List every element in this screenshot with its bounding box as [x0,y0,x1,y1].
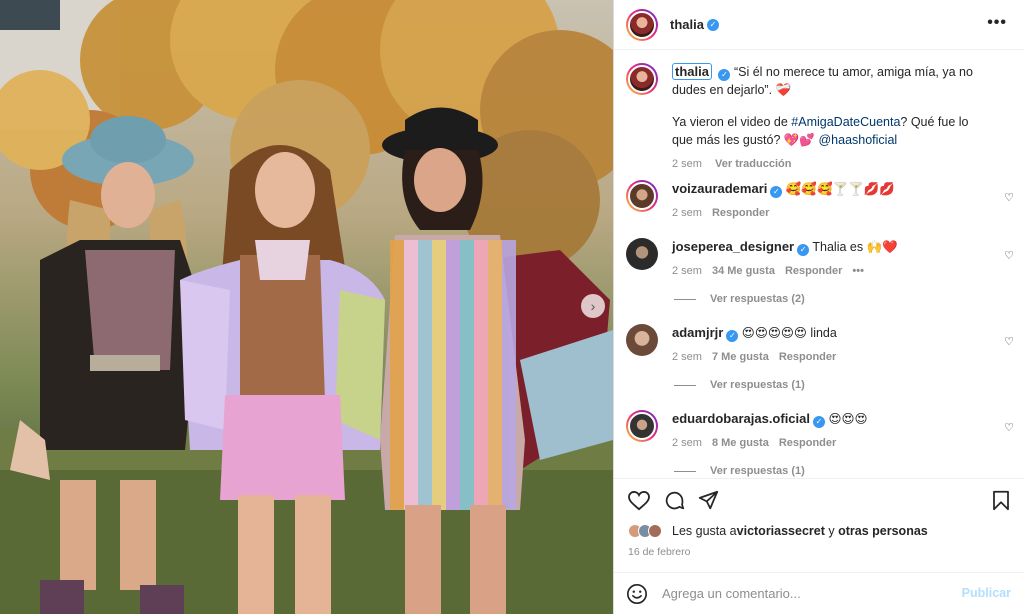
likes-user[interactable]: victoriassecret [737,524,825,538]
avatar[interactable] [626,238,658,270]
comment-likes[interactable]: 7 Me gusta [712,351,769,363]
comment-text: 😍😍😍 [828,412,868,426]
comment-body: adamjrjr ✓ 😍😍😍😍😍 linda 2 sem 7 Me gusta Res… [672,324,992,366]
avatar[interactable] [626,324,658,356]
reply-button[interactable]: Responder [779,437,836,449]
comment-text: 🥰🥰🥰🍸🍸💋💋 [785,182,895,196]
view-replies-button[interactable]: Ver respuestas (1) [674,465,805,477]
translate-button[interactable]: Ver traducción [715,158,791,170]
caption-quote: “Si él no merece tu amor, amiga mía, ya … [672,65,973,97]
verified-badge-icon: ✓ [718,69,731,81]
emoji-icon[interactable] [626,583,648,605]
comment-time: 2 sem [672,437,702,449]
caption-username[interactable]: thalia [672,63,712,80]
comment-likes[interactable]: 8 Me gusta [712,437,769,449]
more-options-icon[interactable]: ••• [987,14,1007,32]
avatar[interactable] [626,63,658,95]
caption-text: Ya vieron el video de [672,115,792,129]
comment-likes[interactable]: 34 Me gusta [712,265,775,277]
verified-badge-icon: ✓ [706,18,719,31]
like-comment-heart-icon[interactable]: ♡ [1004,191,1014,204]
comment-username[interactable]: adamjrjr [672,325,723,340]
liker-avatar [648,524,662,538]
post-date: 16 de febrero [628,546,691,558]
mention-link[interactable]: @haashoficial [818,133,897,147]
caption-body: thalia ✓ “Si él no merece tu amor, amiga… [672,63,992,173]
chevron-right-icon: › [590,298,596,314]
post-actions: Les gusta a victoriassecret y otras pers… [614,478,1024,570]
avatar[interactable] [626,410,658,442]
comment-item: voizaurademari ✓ 🥰🥰🥰🍸🍸💋💋 2 sem Responder ♡ [626,180,1016,220]
comment-input[interactable] [662,586,952,601]
avatar[interactable] [626,180,658,212]
comment-item: joseperea_designer ✓ Thalia es 🙌❤️ 2 sem 3… [626,238,1016,278]
comment-body: voizaurademari ✓ 🥰🥰🥰🍸🍸💋💋 2 sem Responder [672,180,992,222]
paper-plane-icon[interactable] [698,490,719,511]
comment-username[interactable]: joseperea_designer [672,239,794,254]
view-replies-label: Ver respuestas (1) [710,379,805,391]
view-replies-button[interactable]: Ver respuestas (1) [674,379,805,391]
caption-time: 2 sem [672,158,702,170]
verified-badge-icon: ✓ [726,330,739,342]
view-replies-label: Ver respuestas (1) [710,465,805,477]
view-replies-label: Ver respuestas (2) [710,293,805,305]
reply-button[interactable]: Responder [785,265,842,277]
post-photo[interactable]: › [0,0,613,614]
likes-connector: y [824,524,839,538]
caption-meta: 2 sem Ver traducción [672,155,992,173]
comments-list[interactable]: thalia ✓ “Si él no merece tu amor, amiga… [614,51,1024,478]
comment-text: Thalia es 🙌❤️ [812,240,898,254]
reply-button[interactable]: Responder [712,207,769,219]
verified-badge-icon: ✓ [813,416,825,428]
bookmark-icon[interactable] [992,490,1010,511]
comment-username[interactable]: eduardobarajas.oficial [672,411,810,426]
comment-body: eduardobarajas.oficial ✓ 😍😍😍 2 sem 8 Me gu… [672,410,992,452]
like-comment-heart-icon[interactable]: ♡ [1004,421,1014,434]
comment-username[interactable]: voizaurademari [672,181,767,196]
likes-others[interactable]: otras personas [838,524,928,538]
instagram-post-modal: › thalia ✓ ••• thalia ✓ “Si él no merece… [0,0,1024,614]
comment-body: joseperea_designer ✓ Thalia es 🙌❤️ 2 sem 3… [672,238,992,280]
like-comment-heart-icon[interactable]: ♡ [1004,335,1014,348]
view-replies-button[interactable]: Ver respuestas (2) [674,293,805,305]
comment-more-icon[interactable]: ••• [852,265,864,277]
likes-prefix: Les gusta a [672,524,737,538]
post-side-panel: thalia ✓ ••• thalia ✓ “Si él no merece t… [613,0,1024,614]
hashtag-link[interactable]: #AmigaDateCuenta [791,115,900,129]
comment-time: 2 sem [672,207,702,219]
post-header: thalia ✓ ••• [614,0,1024,50]
next-photo-button[interactable]: › [581,294,605,318]
avatar[interactable] [626,8,658,41]
verified-badge-icon: ✓ [770,186,783,198]
comment-text: 😍😍😍😍😍 linda [741,326,837,340]
publish-button[interactable]: Publicar [962,586,1011,600]
like-comment-heart-icon[interactable]: ♡ [1004,249,1014,262]
likes-summary[interactable]: Les gusta a victoriassecret y otras pers… [628,524,928,538]
comment-icon[interactable] [664,490,685,511]
photo-illustration [0,0,613,614]
comment-time: 2 sem [672,265,702,277]
reply-button[interactable]: Responder [779,351,836,363]
heart-icon[interactable] [628,491,650,511]
verified-badge-icon: ✓ [797,244,810,256]
header-username[interactable]: thalia [670,17,704,32]
comment-item: adamjrjr ✓ 😍😍😍😍😍 linda 2 sem 7 Me gusta Res… [626,324,1016,364]
comment-item: eduardobarajas.oficial ✓ 😍😍😍 2 sem 8 Me gu… [626,410,1016,450]
add-comment-bar: Publicar [614,572,1024,614]
comment-time: 2 sem [672,351,702,363]
